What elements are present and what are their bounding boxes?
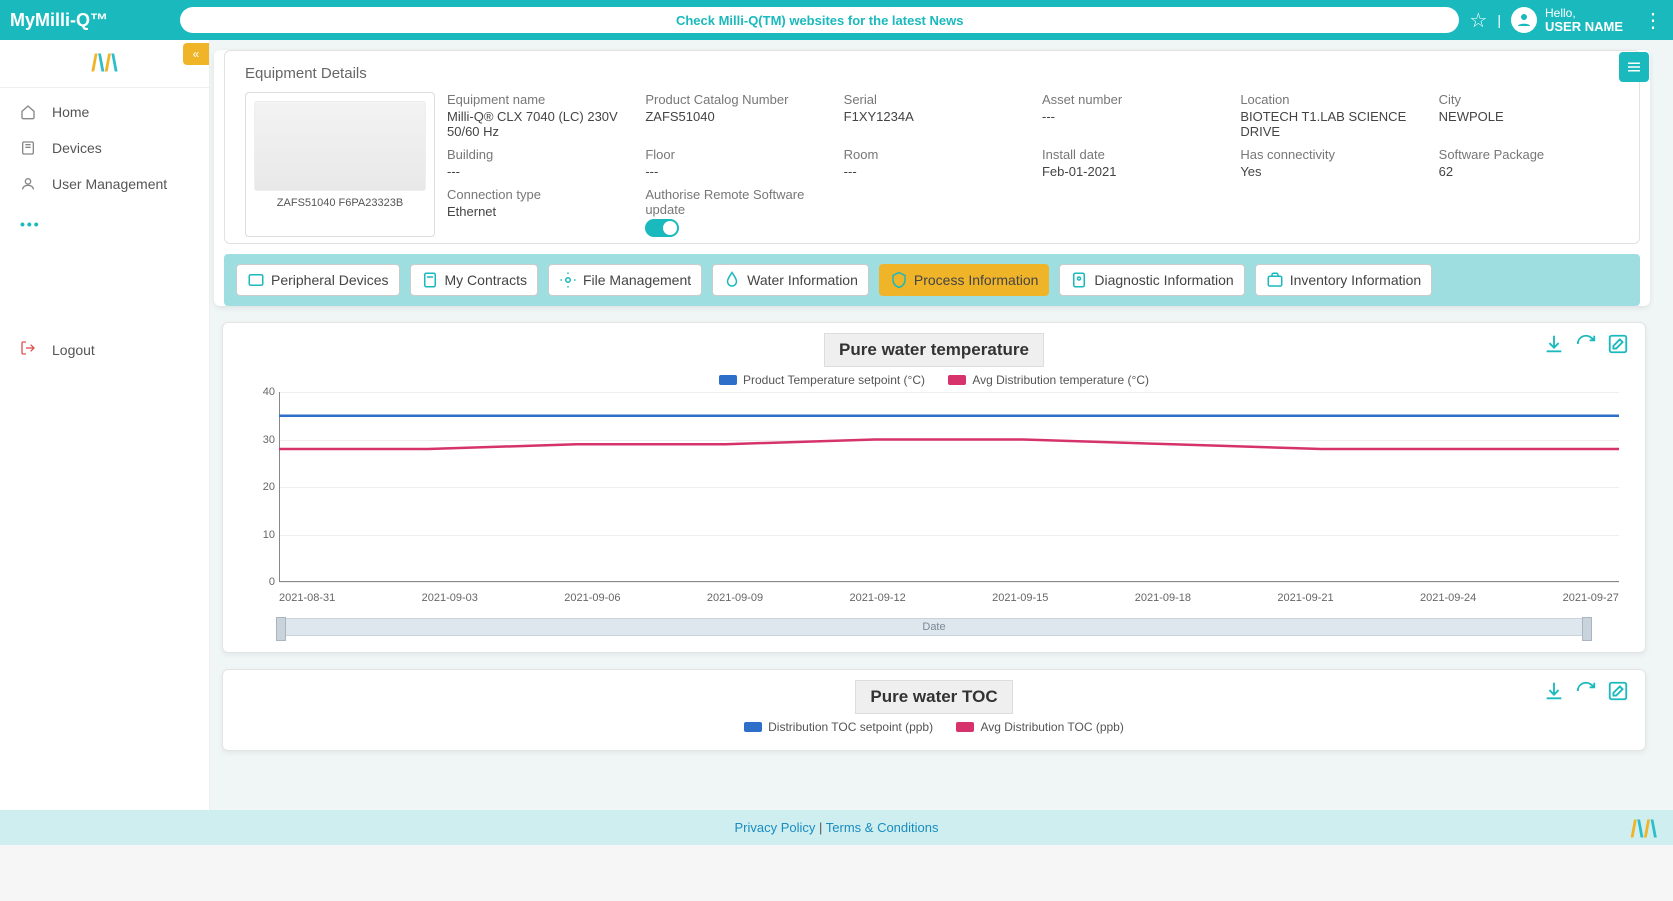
nav-more-icon[interactable]: ••• [0, 202, 209, 246]
tab-file-management[interactable]: File Management [548, 264, 702, 296]
field-install: Install dateFeb-01-2021 [1042, 147, 1222, 179]
legend-swatch-red [956, 722, 974, 732]
equipment-card: Equipment Details ZAFS51040 F6PA23323B E… [214, 50, 1650, 306]
download-icon[interactable] [1543, 680, 1565, 708]
field-conn-type: Connection typeEthernet [447, 187, 627, 237]
top-bar: MyMilli-Q™ Check Milli-Q(TM) websites fo… [0, 0, 1673, 40]
username-label: USER NAME [1545, 20, 1623, 34]
sidebar: « /\/\ Home Devices User Manageme [0, 40, 210, 810]
logo: /\/\ [0, 40, 209, 88]
news-banner[interactable]: Check Milli-Q(TM) websites for the lates… [180, 7, 1459, 33]
tab-my-contracts[interactable]: My Contracts [410, 264, 538, 296]
separator: | [1497, 12, 1501, 28]
nav-label: Home [52, 104, 89, 120]
terms-link[interactable]: Terms & Conditions [826, 820, 939, 835]
remote-update-toggle[interactable] [645, 219, 679, 237]
nav-label: Devices [52, 140, 102, 156]
download-icon[interactable] [1543, 333, 1565, 361]
footer: Privacy Policy | Terms & Conditions /\/\ [0, 810, 1673, 845]
logout-label: Logout [52, 342, 95, 358]
overflow-menu-icon[interactable]: ⋮ [1643, 8, 1663, 33]
chart-legend: Product Temperature setpoint (°C) Avg Di… [239, 373, 1629, 388]
chart-title: Pure water temperature [824, 333, 1044, 367]
chart-plot-area: 010203040 2021-08-312021-09-032021-09-06… [279, 392, 1619, 612]
tab-peripheral-devices[interactable]: Peripheral Devices [236, 264, 400, 296]
tab-diagnostic-information[interactable]: Diagnostic Information [1059, 264, 1244, 296]
equipment-image: ZAFS51040 F6PA23323B [245, 92, 435, 237]
legend-swatch-red [948, 375, 966, 385]
nav-user-management[interactable]: User Management [0, 166, 209, 202]
tab-inventory-information[interactable]: Inventory Information [1255, 264, 1433, 296]
nav-home[interactable]: Home [0, 94, 209, 130]
chart-title: Pure water TOC [855, 680, 1012, 714]
home-icon [20, 104, 36, 120]
field-room: Room--- [844, 147, 1024, 179]
logout-button[interactable]: Logout [0, 330, 209, 369]
app-brand: MyMilli-Q™ [10, 10, 180, 31]
nav: Home Devices User Management ••• [0, 88, 209, 252]
tab-water-information[interactable]: Water Information [712, 264, 869, 296]
field-location: LocationBIOTECH T1.LAB SCIENCE DRIVE [1240, 92, 1420, 139]
legend-swatch-blue [744, 722, 762, 732]
user-greeting: Hello, USER NAME [1545, 6, 1623, 34]
equipment-photo-placeholder [254, 101, 426, 191]
chart-toc: Pure water TOC Distribution TOC setpoint… [222, 669, 1646, 751]
user-icon [20, 176, 36, 192]
chart-legend: Distribution TOC setpoint (ppb) Avg Dist… [239, 720, 1629, 735]
field-city: CityNEWPOLE [1439, 92, 1619, 139]
edit-icon[interactable] [1607, 680, 1629, 708]
chart-temperature: Pure water temperature Product Temperatu… [222, 322, 1646, 653]
refresh-icon[interactable] [1575, 680, 1597, 708]
footer-logo: /\/\ [1630, 816, 1657, 844]
user-avatar-icon[interactable] [1511, 7, 1537, 33]
date-range-slider[interactable]: Date [279, 618, 1589, 636]
hello-label: Hello, [1545, 6, 1623, 20]
favorite-icon[interactable]: ☆ [1469, 8, 1487, 33]
refresh-icon[interactable] [1575, 333, 1597, 361]
field-serial: SerialF1XY1234A [844, 92, 1024, 139]
equipment-card-title: Equipment Details [245, 65, 1619, 82]
nav-label: User Management [52, 176, 167, 192]
field-catalog: Product Catalog NumberZAFS51040 [645, 92, 825, 139]
field-software: Software Package62 [1439, 147, 1619, 179]
nav-devices[interactable]: Devices [0, 130, 209, 166]
field-remote-update: Authorise Remote Software update [645, 187, 825, 237]
edit-icon[interactable] [1607, 333, 1629, 361]
field-floor: Floor--- [645, 147, 825, 179]
tab-process-information[interactable]: Process Information [879, 264, 1050, 296]
field-building: Building--- [447, 147, 627, 179]
main-content: Equipment Details ZAFS51040 F6PA23323B E… [210, 40, 1673, 810]
sidebar-collapse-button[interactable]: « [183, 43, 209, 65]
field-equipment-name: Equipment nameMilli-Q® CLX 7040 (LC) 230… [447, 92, 627, 139]
field-connectivity: Has connectivityYes [1240, 147, 1420, 179]
legend-swatch-blue [719, 375, 737, 385]
field-asset: Asset number--- [1042, 92, 1222, 139]
logout-icon [20, 340, 36, 359]
tab-bar: Peripheral Devices My Contracts File Man… [224, 254, 1640, 306]
devices-icon [20, 140, 36, 156]
equipment-image-caption: ZAFS51040 F6PA23323B [254, 197, 426, 209]
privacy-link[interactable]: Privacy Policy [734, 820, 815, 835]
hamburger-menu-button[interactable] [1619, 52, 1649, 82]
